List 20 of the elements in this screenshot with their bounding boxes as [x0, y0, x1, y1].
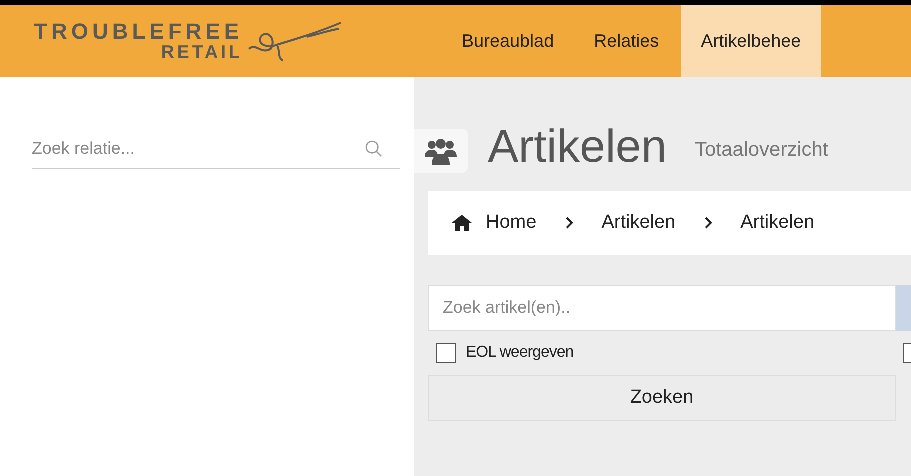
nav-tab[interactable]: Artikelbehee	[681, 5, 822, 77]
users-icon	[424, 137, 458, 165]
nav-tab[interactable]: Bureaublad	[442, 5, 574, 77]
checkbox-label: EOL weergeven	[466, 343, 574, 363]
page-subtitle: Totaaloverzicht	[694, 138, 828, 163]
article-search-field[interactable]: Zoek artikel(en)..	[428, 285, 896, 331]
relation-search-field[interactable]: Zoek relatie...	[32, 129, 400, 169]
search-icon	[364, 139, 384, 159]
checkbox[interactable]	[436, 343, 456, 363]
chevron-right-icon	[566, 217, 573, 229]
logo-subtext: RETAIL	[161, 43, 243, 61]
breadcrumb-link[interactable]: Home	[486, 208, 537, 238]
page-title: Artikelen	[488, 123, 667, 169]
breadcrumb-link[interactable]: Artikelen	[602, 208, 676, 238]
nav-tab[interactable]: Relaties	[574, 5, 680, 77]
search-submit-button[interactable]: Zoeken	[428, 375, 896, 421]
home-icon	[452, 215, 472, 231]
chevron-right-icon	[704, 217, 712, 229]
breadcrumb-link[interactable]: Artikelen	[740, 208, 815, 238]
logo-text: TROUBLEFREE	[34, 21, 243, 43]
